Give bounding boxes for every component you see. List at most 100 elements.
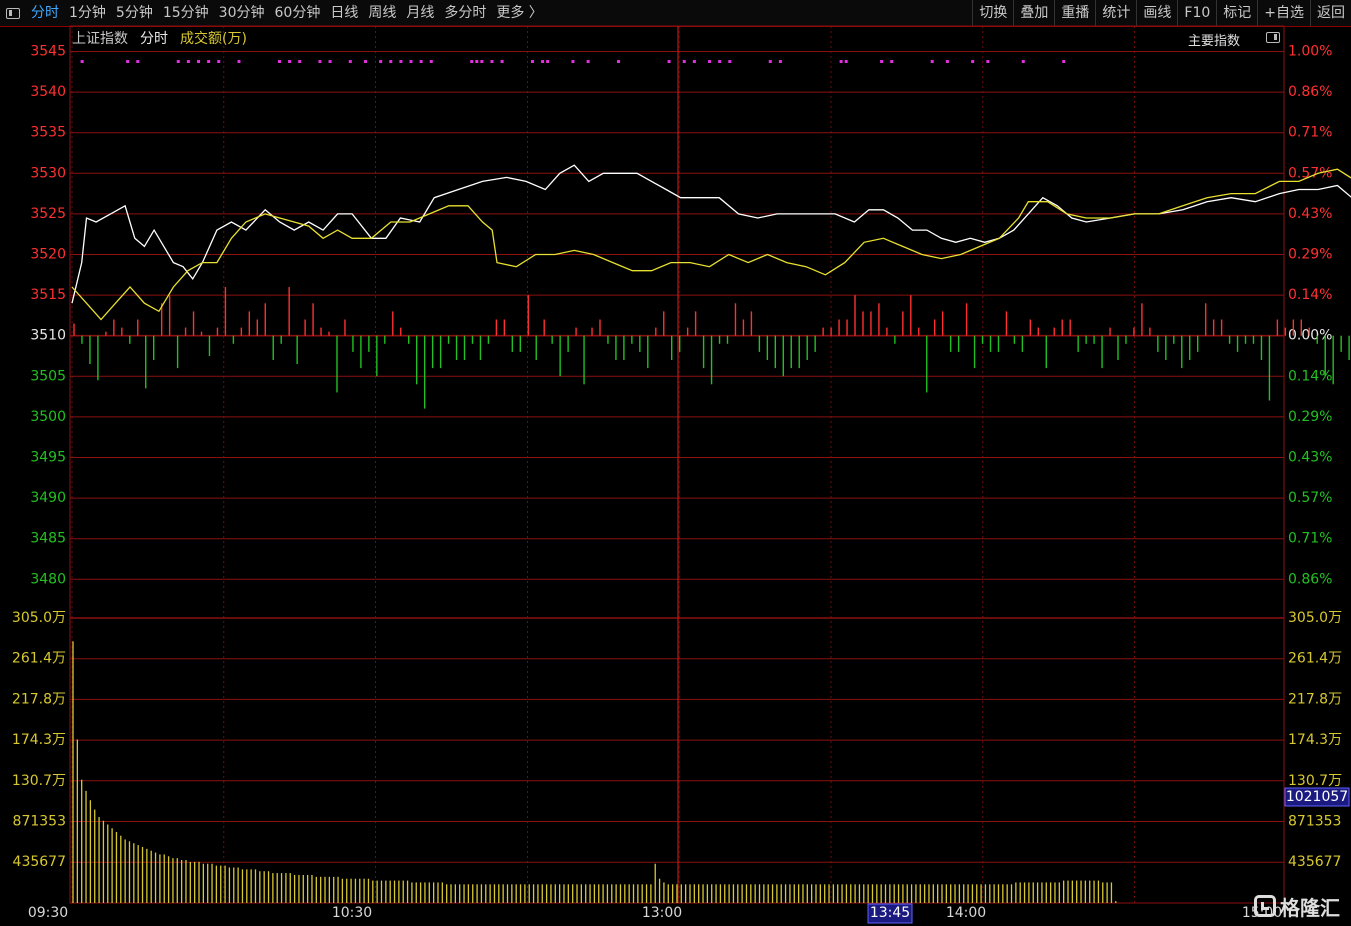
volume-tick-label: 435677 (13, 854, 66, 870)
price-tick-label: 3540 (30, 84, 66, 100)
signal-marker (470, 60, 474, 63)
signal-marker (692, 60, 696, 63)
signal-marker (126, 60, 130, 63)
main-index-panel-icon[interactable] (1266, 32, 1280, 43)
volume-tick-label-right: 217.8万 (1288, 691, 1342, 707)
signal-marker (530, 60, 534, 63)
time-tick-label: 13:00 (642, 905, 682, 921)
index-price-line (71, 164, 1351, 304)
price-tick-label: 3490 (30, 490, 66, 506)
volume-tick-label: 174.3万 (12, 732, 66, 748)
pct-tick-label: 0.86% (1288, 571, 1332, 587)
price-tick-label: 3500 (30, 409, 66, 425)
signal-marker (217, 60, 221, 63)
time-tick-label: 10:30 (332, 905, 372, 921)
signal-marker (429, 60, 433, 63)
signal-marker (728, 60, 732, 63)
logo-text: 格隆汇 (1280, 895, 1340, 920)
price-tick-label: 3545 (30, 44, 66, 60)
volume-tick-label-right: 871353 (1288, 814, 1341, 830)
pct-tick-label: 0.57% (1288, 490, 1332, 506)
volume-tick-label-right: 435677 (1288, 854, 1341, 870)
signal-marker (176, 60, 180, 63)
signal-marker (1021, 60, 1025, 63)
volume-label: 成交额(万) (180, 31, 247, 47)
signal-marker (379, 60, 383, 63)
signal-marker (718, 60, 722, 63)
signal-marker (546, 60, 550, 63)
pct-tick-label: 1.00% (1288, 44, 1332, 60)
signal-marker (288, 60, 292, 63)
signal-marker (945, 60, 949, 63)
signal-marker (971, 60, 975, 63)
volume-tick-label-right: 305.0万 (1288, 610, 1342, 626)
signal-marker (844, 60, 848, 63)
pct-tick-label: 0.29% (1288, 247, 1332, 263)
signal-marker (541, 60, 545, 63)
signal-marker (207, 60, 211, 63)
price-tick-label: 3535 (30, 125, 66, 141)
volume-tick-label-right: 174.3万 (1288, 732, 1342, 748)
gelonghui-logo: 格隆汇 (1254, 893, 1340, 920)
signal-marker (197, 60, 200, 63)
signal-marker (328, 60, 332, 63)
signal-marker (318, 60, 322, 63)
price-tick-label: 3495 (30, 450, 66, 466)
index-name: 上证指数 (72, 31, 128, 47)
signal-marker (490, 60, 494, 63)
pct-tick-label: 0.86% (1288, 84, 1332, 100)
signal-marker (409, 60, 413, 63)
price-tick-label: 3515 (30, 287, 66, 303)
logo-icon (1254, 895, 1276, 917)
price-tick-label: 3525 (30, 206, 66, 222)
signal-marker (298, 60, 302, 63)
signal-marker (616, 60, 620, 63)
signal-marker (475, 60, 479, 63)
price-tick-label: 3530 (30, 165, 66, 181)
signal-marker (930, 60, 934, 63)
volume-tick-label: 871353 (13, 814, 66, 830)
signal-marker (890, 60, 894, 63)
signal-marker (586, 60, 590, 63)
volume-tick-label: 130.7万 (12, 773, 66, 789)
pct-tick-label: 0.71% (1288, 125, 1332, 141)
average-price-line (71, 168, 1351, 321)
price-tick-label: 3520 (30, 247, 66, 263)
signal-marker (186, 60, 190, 63)
volume-tick-label-right: 130.7万 (1288, 773, 1342, 789)
signal-marker (880, 60, 884, 63)
signal-marker (237, 60, 241, 63)
volume-tick-label: 305.0万 (12, 610, 66, 626)
pct-tick-label: 0.57% (1288, 165, 1332, 181)
signal-marker (571, 60, 575, 63)
signal-marker (1062, 60, 1066, 63)
signal-marker (363, 60, 367, 63)
price-tick-label: 3510 (30, 328, 66, 344)
signal-marker (839, 60, 843, 63)
time-tick-label: 14:00 (946, 905, 986, 921)
pct-tick-label: 0.43% (1288, 206, 1332, 222)
time-cursor-label: 13:45 (870, 905, 910, 921)
signal-marker (500, 60, 504, 63)
pct-tick-label: 0.71% (1288, 531, 1332, 547)
signal-marker (682, 60, 686, 63)
intraday-chart[interactable]: 3545 1.00% 3540 0.86% 3535 0.71% 3530 0.57% 3525… (0, 0, 1351, 926)
pct-tick-label: 0.29% (1288, 409, 1332, 425)
signal-marker (480, 60, 484, 63)
price-tick-label: 3485 (30, 531, 66, 547)
volume-tick-label: 217.8万 (12, 691, 66, 707)
volume-tick-label-right: 261.4万 (1288, 651, 1342, 667)
signal-marker (389, 60, 393, 63)
pct-tick-label: 0.43% (1288, 450, 1332, 466)
signal-marker (768, 60, 772, 63)
signal-marker (708, 60, 712, 63)
signal-marker (667, 60, 671, 63)
volume-tick-label: 261.4万 (12, 651, 66, 667)
chart-header: 上证指数 分时 成交额(万) (72, 27, 259, 49)
signal-marker (277, 60, 281, 63)
volume-cursor-label: 1021057 (1286, 789, 1348, 805)
main-index-label[interactable]: 主要指数 (1188, 30, 1240, 49)
signal-marker (419, 60, 423, 63)
signal-marker (348, 60, 352, 63)
time-tick-label: 09:30 (28, 905, 68, 921)
